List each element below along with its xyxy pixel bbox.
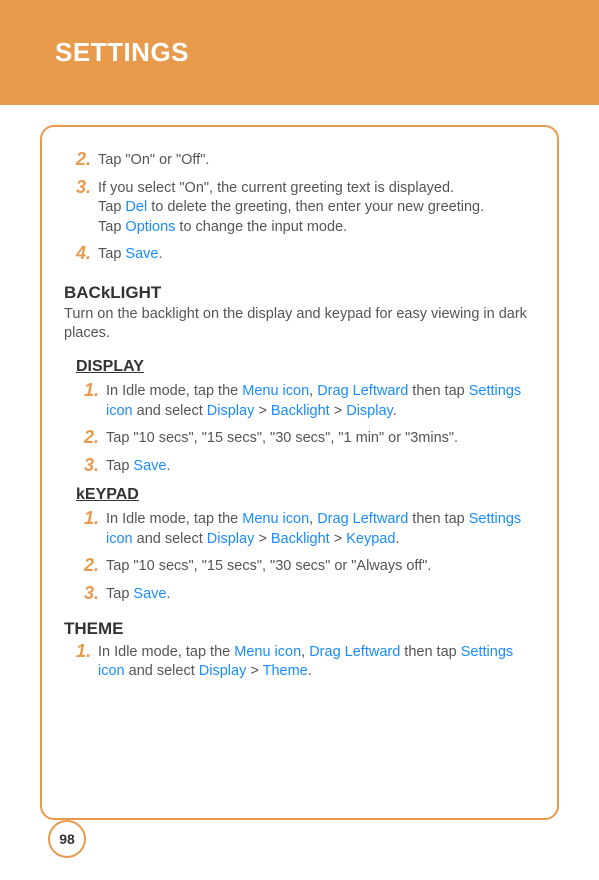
step-number: 3. (84, 583, 106, 605)
step-text: Tap "10 secs", "15 secs", "30 secs", "1 … (106, 427, 458, 449)
display-step-1: 1. In Idle mode, tap the Menu icon, Drag… (64, 380, 535, 421)
block-display: DISPLAY 1. In Idle mode, tap the Menu ic… (64, 358, 535, 476)
text: > (330, 531, 347, 547)
text: Tap (98, 199, 125, 215)
text: , (309, 511, 317, 527)
step-number: 2. (84, 555, 106, 577)
text: . (166, 458, 170, 474)
theme-step-1: 1. In Idle mode, tap the Menu icon, Drag… (64, 641, 535, 682)
text: , (309, 383, 317, 399)
text: . (393, 403, 397, 419)
text: to change the input mode. (175, 219, 347, 235)
step-number: 3. (76, 177, 98, 199)
page-number: 98 (48, 820, 86, 858)
link-theme[interactable]: Theme (263, 663, 308, 679)
text: to delete the greeting, then enter your … (147, 199, 484, 215)
link-drag-leftward[interactable]: Drag Leftward (309, 644, 400, 660)
text: . (166, 586, 170, 602)
link-keypad[interactable]: Keypad (346, 531, 395, 547)
text: In Idle mode, tap the (98, 644, 234, 660)
step-number: 1. (76, 641, 98, 663)
keypad-step-2: 2. Tap "10 secs", "15 secs", "30 secs" o… (64, 555, 535, 577)
heading-theme: THEME (64, 619, 535, 639)
link-display[interactable]: Display (207, 531, 255, 547)
step-number: 1. (84, 508, 106, 530)
step-number: 2. (76, 149, 98, 171)
link-save[interactable]: Save (125, 246, 158, 262)
link-options[interactable]: Options (125, 219, 175, 235)
text: . (395, 531, 399, 547)
link-backlight[interactable]: Backlight (271, 403, 330, 419)
link-display[interactable]: Display (199, 663, 247, 679)
link-del[interactable]: Del (125, 199, 147, 215)
desc-backlight: Turn on the backlight on the display and… (64, 305, 535, 344)
step-text: In Idle mode, tap the Menu icon, Drag Le… (98, 641, 535, 682)
text: > (254, 403, 271, 419)
link-menu-icon[interactable]: Menu icon (242, 383, 309, 399)
link-backlight[interactable]: Backlight (271, 531, 330, 547)
keypad-step-3: 3. Tap Save. (64, 583, 535, 605)
step-text: If you select "On", the current greeting… (98, 177, 484, 238)
page-title: SETTINGS (55, 37, 189, 68)
text: , (301, 644, 309, 660)
text: > (254, 531, 271, 547)
block-keypad: kEYPAD 1. In Idle mode, tap the Menu ico… (64, 486, 535, 604)
link-save[interactable]: Save (133, 586, 166, 602)
text: and select (133, 403, 207, 419)
subheading-keypad: kEYPAD (64, 486, 535, 504)
link-menu-icon[interactable]: Menu icon (234, 644, 301, 660)
display-step-3: 3. Tap Save. (64, 455, 535, 477)
link-drag-leftward[interactable]: Drag Leftward (317, 383, 408, 399)
link-display[interactable]: Display (207, 403, 255, 419)
text: > (246, 663, 262, 679)
step-number: 3. (84, 455, 106, 477)
step-3: 3. If you select "On", the current greet… (64, 177, 535, 238)
text: then tap (400, 644, 460, 660)
text: In Idle mode, tap the (106, 511, 242, 527)
step-text: Tap Save. (106, 583, 171, 605)
step-number: 4. (76, 243, 98, 265)
step-number: 1. (84, 380, 106, 402)
text: and select (133, 531, 207, 547)
display-step-2: 2. Tap "10 secs", "15 secs", "30 secs", … (64, 427, 535, 449)
text: > (330, 403, 347, 419)
text: In Idle mode, tap the (106, 383, 242, 399)
text: Tap (98, 219, 125, 235)
text: then tap (408, 511, 468, 527)
step-text: Tap "10 secs", "15 secs", "30 secs" or "… (106, 555, 431, 577)
step-number: 2. (84, 427, 106, 449)
keypad-step-1: 1. In Idle mode, tap the Menu icon, Drag… (64, 508, 535, 549)
content-box: 2. Tap "On" or "Off". 3. If you select "… (40, 125, 559, 820)
text: If you select "On", the current greeting… (98, 180, 454, 196)
text: Tap (106, 458, 133, 474)
block-theme: 1. In Idle mode, tap the Menu icon, Drag… (64, 641, 535, 682)
step-4: 4. Tap Save. (64, 243, 535, 265)
step-text: In Idle mode, tap the Menu icon, Drag Le… (106, 508, 535, 549)
link-display-2[interactable]: Display (346, 403, 392, 419)
text: then tap (408, 383, 468, 399)
link-save[interactable]: Save (133, 458, 166, 474)
text: Tap (98, 246, 125, 262)
subheading-display: DISPLAY (64, 358, 535, 376)
step-text: In Idle mode, tap the Menu icon, Drag Le… (106, 380, 535, 421)
text: and select (125, 663, 199, 679)
header-band: SETTINGS (0, 0, 599, 105)
step-text: Tap Save. (98, 243, 163, 265)
step-2: 2. Tap "On" or "Off". (64, 149, 535, 171)
text: . (158, 246, 162, 262)
text: Tap (106, 586, 133, 602)
step-text: Tap "On" or "Off". (98, 149, 209, 171)
heading-backlight: BACkLIGHT (64, 283, 535, 303)
link-drag-leftward[interactable]: Drag Leftward (317, 511, 408, 527)
link-menu-icon[interactable]: Menu icon (242, 511, 309, 527)
text: . (308, 663, 312, 679)
step-text: Tap Save. (106, 455, 171, 477)
